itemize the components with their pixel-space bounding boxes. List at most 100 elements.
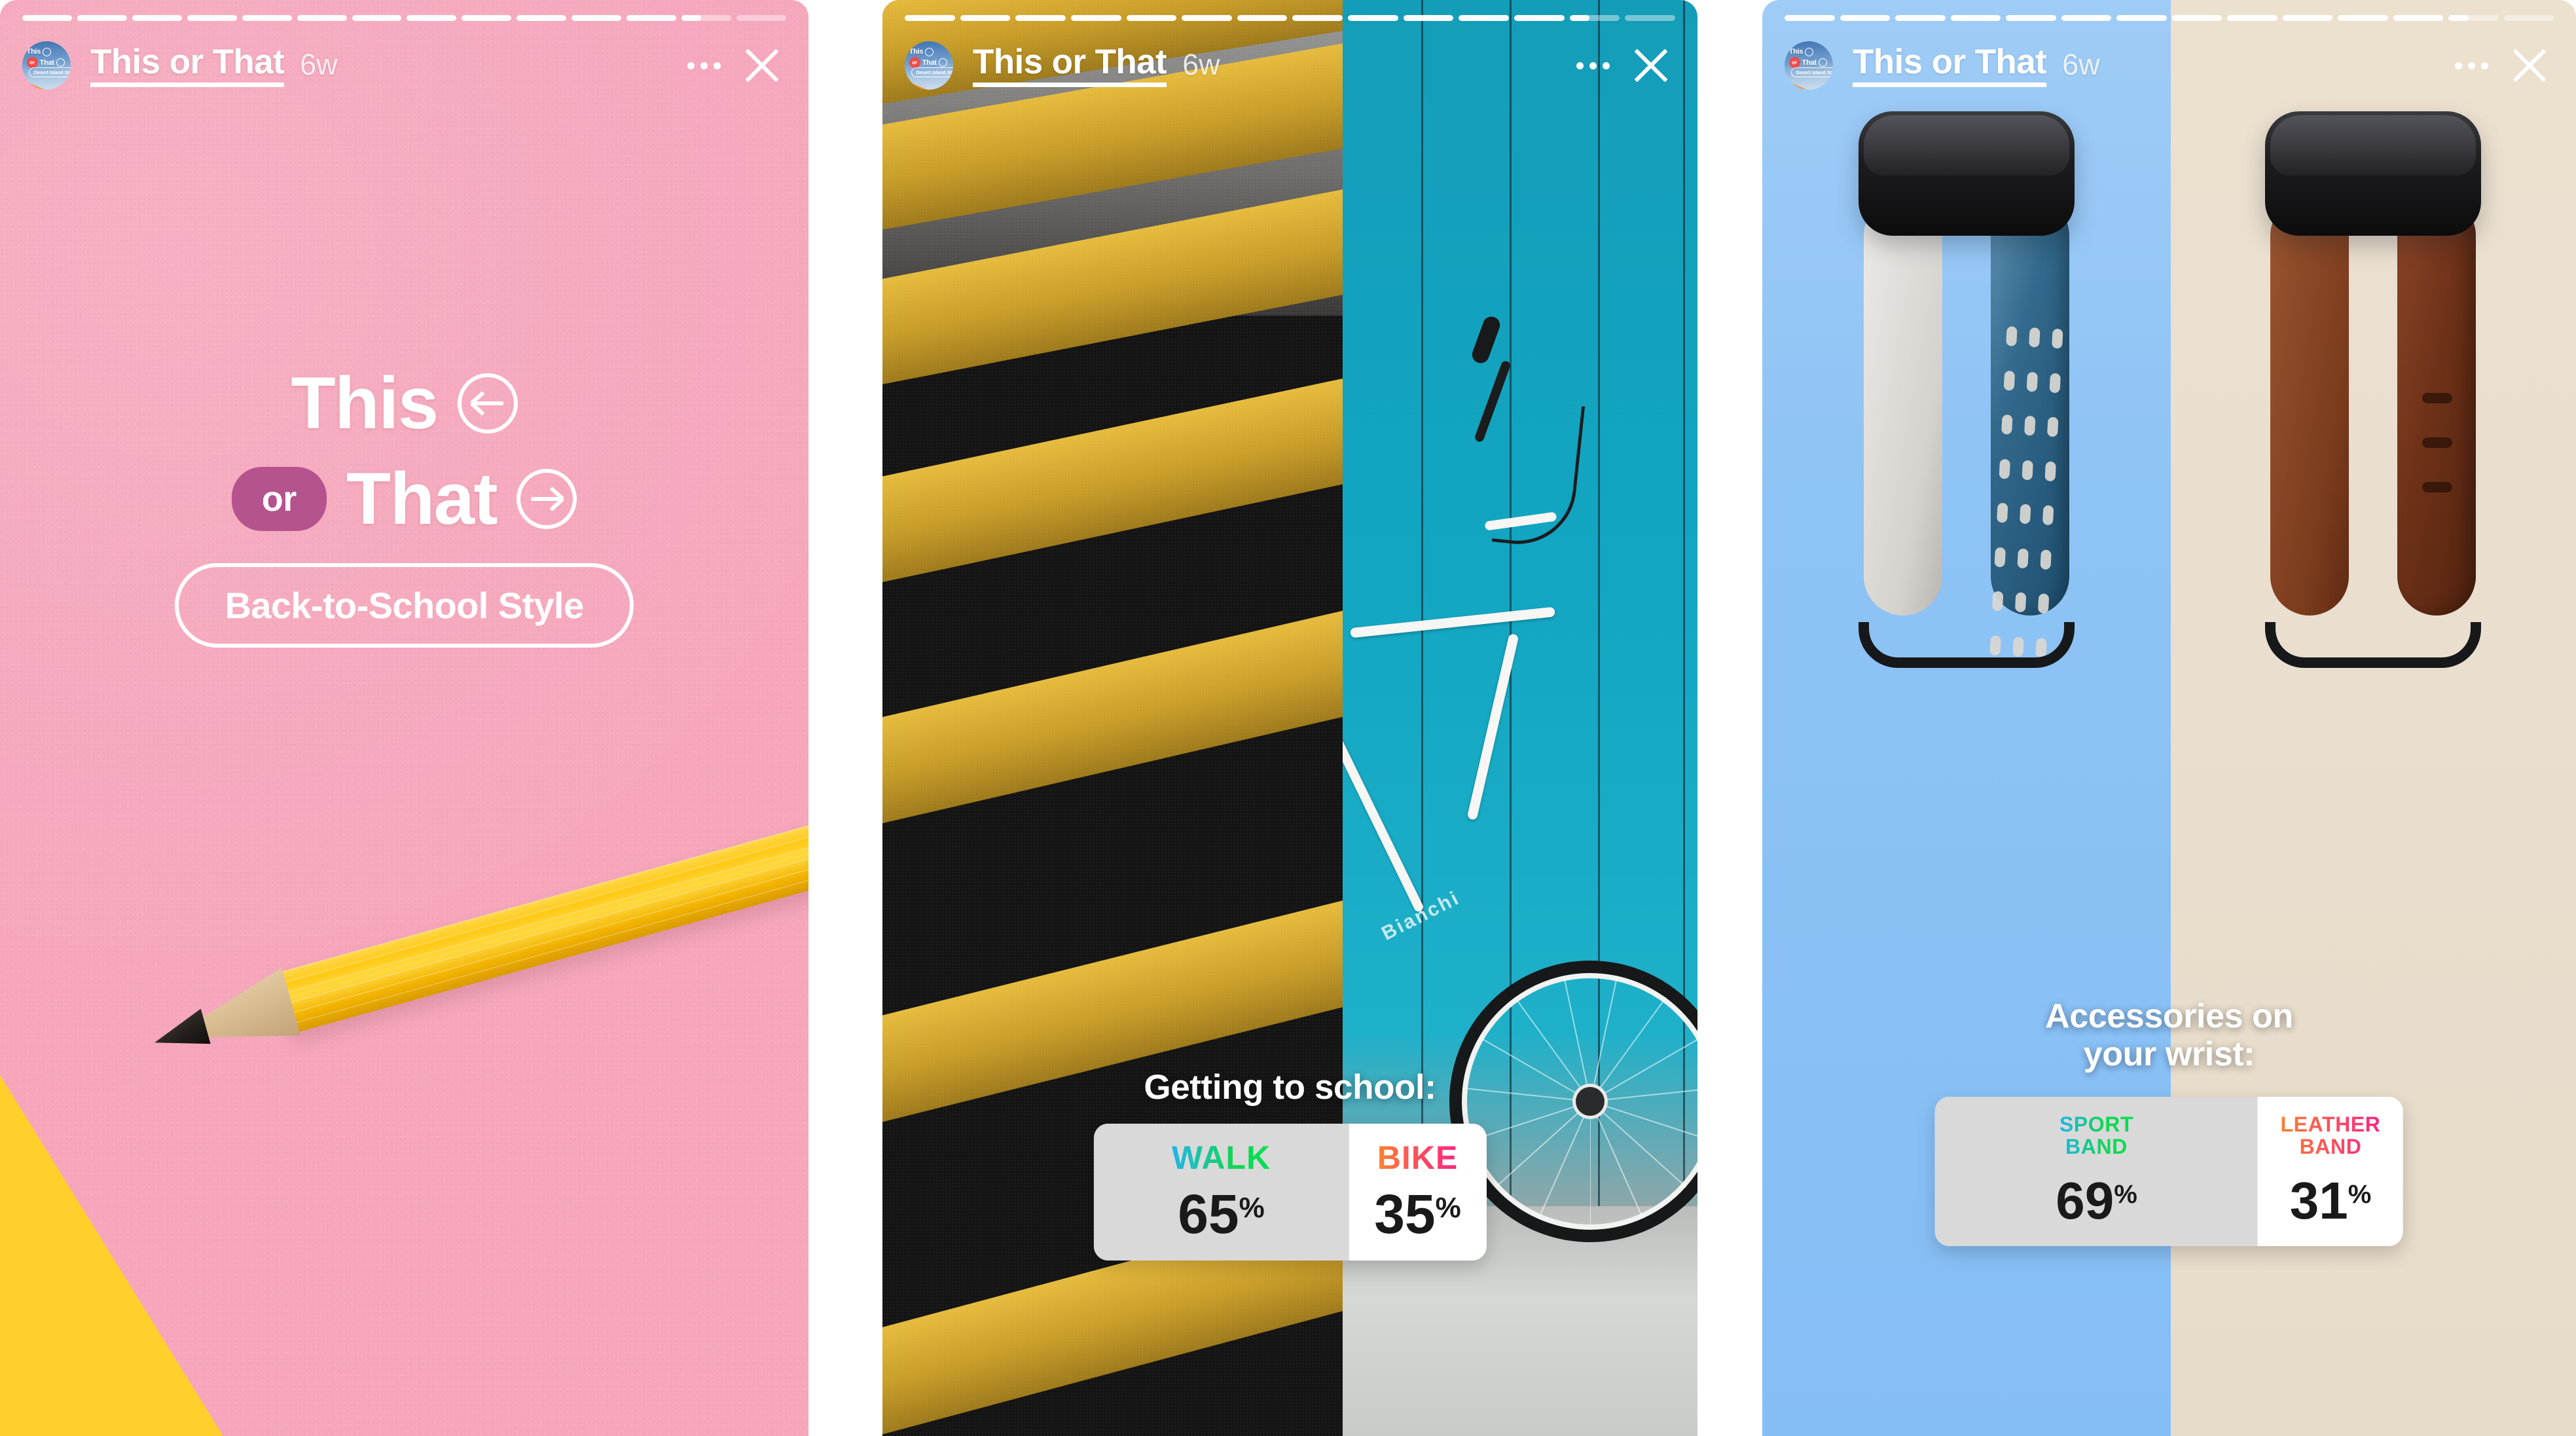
avatar-or-label: or [1788, 57, 1800, 69]
progress-segment[interactable] [1625, 15, 1675, 21]
progress-segment[interactable] [1895, 15, 1946, 21]
progress-segment[interactable] [2171, 15, 2222, 21]
progress-segment[interactable] [462, 15, 512, 21]
progress-segment[interactable] [1182, 15, 1232, 21]
poll-percent-value: 69 [2056, 1171, 2114, 1230]
avatar-caption: Desert Island Style [1790, 67, 1833, 77]
story-header-wrist: This or That Desert Island Style This or… [1762, 0, 2576, 90]
progress-segment[interactable] [297, 15, 347, 21]
progress-segment[interactable] [1514, 15, 1565, 21]
progress-segment[interactable] [681, 15, 731, 21]
sport-band-perforations [1986, 326, 2066, 669]
story-username[interactable]: This or That [973, 43, 1167, 88]
sport-band-clasp [1858, 622, 2075, 668]
story-username[interactable]: This or That [90, 43, 285, 88]
progress-segment[interactable] [905, 15, 955, 21]
avatar-arrow-left-icon [43, 47, 52, 56]
avatar-that-label: That [1802, 58, 1817, 67]
close-icon[interactable] [1631, 45, 1671, 86]
story-progress-track[interactable] [1785, 14, 2554, 22]
progress-segment[interactable] [2006, 15, 2056, 21]
ellipsis-icon[interactable] [2448, 53, 2495, 79]
avatar-arrow-right-icon [1818, 58, 1827, 67]
progress-segment[interactable] [1785, 15, 1835, 21]
pencil-lead [149, 1006, 211, 1060]
ellipsis-icon[interactable] [1570, 53, 1616, 79]
avatar-row-that: or That [1788, 57, 1827, 69]
progress-segment[interactable] [1348, 15, 1398, 21]
story-progress-track[interactable] [905, 14, 1675, 22]
close-icon[interactable] [2509, 45, 2550, 86]
progress-segment[interactable] [1569, 15, 1620, 21]
close-icon[interactable] [742, 45, 782, 86]
progress-segment[interactable] [2503, 15, 2554, 21]
poll-percent-value: 35 [1374, 1183, 1436, 1245]
poll-percent-value: 31 [2289, 1171, 2348, 1230]
cover-artwork [0, 0, 808, 1436]
poll-option-sport-band[interactable]: SPORT BAND 69 % [1934, 1097, 2258, 1246]
progress-segment[interactable] [1403, 15, 1454, 21]
progress-segment[interactable] [407, 15, 457, 21]
poll-option-percent: 35 % [1374, 1183, 1461, 1245]
progress-segment[interactable] [2116, 15, 2167, 21]
progress-segment[interactable] [2282, 15, 2332, 21]
sport-band-right [1989, 196, 2069, 658]
progress-segment[interactable] [1840, 15, 1890, 21]
progress-segment[interactable] [2393, 15, 2443, 21]
avatar-row-that: or That [909, 57, 947, 69]
avatar-caption: Desert Island Style [28, 67, 71, 77]
ellipsis-icon[interactable] [681, 53, 727, 79]
avatar-arrow-right-icon [938, 58, 947, 67]
poll-question: Getting to school: [1144, 1067, 1436, 1107]
poll-option-walk[interactable]: WALK 65 % [1093, 1124, 1349, 1261]
poll-option-label: SPORT BAND [2059, 1113, 2134, 1159]
story-panel-cover[interactable]: This or That Back-to-School Style This o… [0, 0, 808, 1436]
progress-segment[interactable] [187, 15, 237, 21]
progress-segment[interactable] [1070, 15, 1121, 21]
progress-segment[interactable] [77, 15, 127, 21]
story-username[interactable]: This or That [1853, 43, 2047, 88]
progress-segment[interactable] [132, 15, 182, 21]
poll-results-card: WALK 65 % BIKE 35 % [1093, 1124, 1487, 1261]
avatar-this-label: This [26, 48, 41, 56]
story-panel-wrist[interactable]: Accessories on your wrist: SPORT BAND 69… [1762, 0, 2576, 1436]
progress-segment[interactable] [2061, 15, 2111, 21]
poll-option-leather-band[interactable]: LEATHER BAND 31 % [2257, 1097, 2403, 1246]
poll-question: Accessories on your wrist: [2045, 997, 2293, 1074]
progress-segment[interactable] [352, 15, 402, 21]
avatar-arrow-right-icon [56, 58, 65, 67]
progress-segment[interactable] [626, 15, 677, 21]
poll-percent-value: 65 [1178, 1183, 1239, 1245]
progress-segment[interactable] [2448, 15, 2499, 21]
panel-gap [808, 0, 882, 1436]
poll-option-bike[interactable]: BIKE 35 % [1349, 1124, 1487, 1261]
percent-sign: % [1435, 1191, 1461, 1224]
poll-results-card: SPORT BAND 69 % LEATHER BAND 31 % [1934, 1097, 2403, 1246]
progress-segment[interactable] [1126, 15, 1177, 21]
progress-segment[interactable] [517, 15, 567, 21]
progress-segment[interactable] [2338, 15, 2388, 21]
avatar[interactable]: This or That Desert Island Style [22, 41, 71, 90]
progress-segment[interactable] [1950, 15, 2001, 21]
progress-segment[interactable] [1459, 15, 1510, 21]
progress-segment[interactable] [1237, 15, 1288, 21]
story-timestamp: 6w [2062, 48, 2100, 81]
progress-segment[interactable] [2227, 15, 2277, 21]
story-panel-commute[interactable]: Bianchi Getting to school: WALK 65 % BIK… [882, 0, 1697, 1436]
story-header-cover: This or That Desert Island Style This or… [0, 0, 808, 90]
progress-segment[interactable] [22, 15, 72, 21]
progress-segment[interactable] [571, 15, 622, 21]
avatar[interactable]: This or That Desert Island Style [905, 41, 953, 90]
avatar-row-that: or That [26, 57, 65, 69]
progress-segment[interactable] [242, 15, 292, 21]
avatar-that-label: That [39, 58, 54, 67]
progress-segment[interactable] [960, 15, 1011, 21]
watch-case [1858, 111, 2075, 236]
avatar[interactable]: This or That Desert Island Style [1785, 41, 1833, 90]
progress-segment[interactable] [1015, 15, 1066, 21]
avatar-caption: Desert Island Style [911, 67, 953, 77]
avatar-row-this: This [909, 47, 934, 56]
progress-segment[interactable] [1292, 15, 1343, 21]
story-progress-track[interactable] [22, 14, 786, 22]
progress-segment[interactable] [736, 15, 786, 21]
